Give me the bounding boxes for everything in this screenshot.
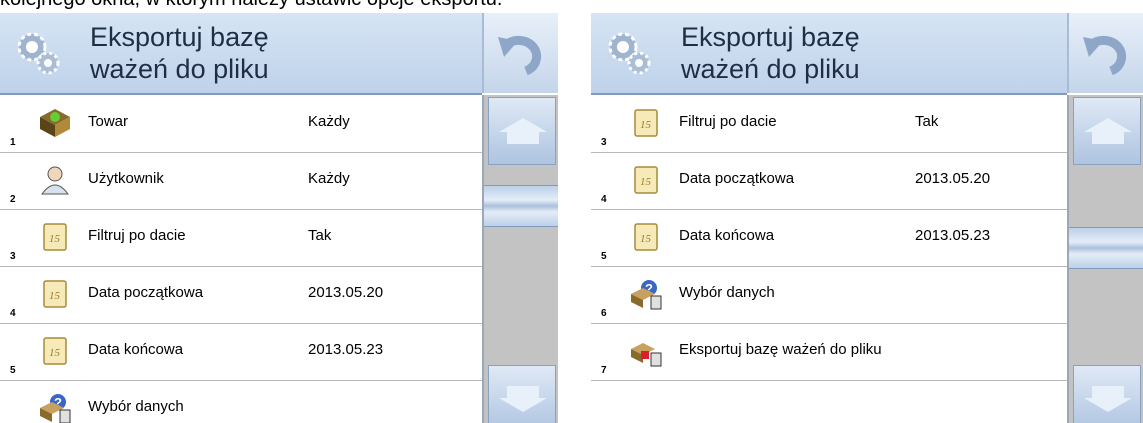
data-selection-icon: ? [631, 280, 662, 310]
arrow-up-icon [1084, 118, 1132, 144]
row-label: Filtruj po dacie [679, 113, 777, 130]
row-label: Filtruj po dacie [88, 227, 186, 244]
svg-text:15: 15 [49, 290, 61, 302]
row-number: 5 [601, 251, 607, 262]
page-title: Eksportuj bazę ważeń do pliku [681, 21, 860, 85]
list-item[interactable]: ? 6 Wybór danych [591, 266, 1067, 324]
row-label: Wybór danych [679, 284, 775, 301]
scroll-thumb[interactable] [1069, 227, 1143, 269]
scroll-thumb[interactable] [484, 185, 558, 227]
svg-text:15: 15 [640, 176, 652, 188]
svg-text:15: 15 [49, 347, 61, 359]
caption-text: kolejnego okna, w którym należy ustawić … [0, 0, 1143, 14]
title-line2: ważeń do pliku [681, 54, 860, 84]
row-value: Każdy [308, 113, 350, 130]
row-label: Data początkowa [88, 284, 204, 301]
undo-icon [1083, 35, 1127, 76]
calendar-icon: 15 [634, 109, 658, 137]
row-number: 3 [601, 137, 607, 148]
calendar-icon: 15 [43, 223, 67, 251]
title-line1: Eksportuj bazę [90, 22, 269, 52]
arrow-down-icon [499, 386, 547, 412]
arrow-down-icon [1084, 386, 1132, 412]
list-item[interactable]: 15 5 Data końcowa 2013.05.23 [0, 323, 482, 381]
row-label: Data końcowa [679, 227, 775, 244]
user-icon [41, 166, 69, 195]
arrow-up-icon [499, 118, 547, 144]
gear-icon [608, 32, 651, 75]
calendar-icon: 15 [634, 223, 658, 251]
title-line2: ważeń do pliku [90, 54, 269, 84]
export-icon [631, 343, 662, 367]
undo-icon [498, 35, 542, 76]
row-label: Użytkownik [88, 170, 164, 187]
list-item[interactable]: 7 Eksportuj bazę ważeń do pliku [591, 323, 1067, 381]
row-number: 6 [601, 308, 607, 319]
scroll-down-button[interactable] [488, 365, 556, 423]
scroll-up-button[interactable] [488, 97, 556, 165]
svg-text:15: 15 [640, 233, 652, 245]
screen-header: Eksportuj bazę ważeń do pliku [591, 13, 1067, 95]
list-item[interactable]: 1 Towar Każdy [0, 95, 482, 153]
scrollbar[interactable] [482, 95, 558, 423]
scroll-up-button[interactable] [1073, 97, 1141, 165]
screen-header: Eksportuj bazę ważeń do pliku [0, 13, 482, 95]
title-line1: Eksportuj bazę [681, 22, 860, 52]
list-item[interactable]: 15 3 Filtruj po dacie Tak [0, 209, 482, 267]
left-screen: Eksportuj bazę ważeń do pliku 1 Towar Ka… [0, 13, 558, 423]
row-number: 4 [10, 308, 16, 319]
row-value: 2013.05.23 [308, 341, 384, 358]
list-item[interactable]: 15 3 Filtruj po dacie Tak [591, 95, 1067, 153]
row-value: Tak [915, 113, 939, 130]
row-number: 1 [10, 137, 16, 148]
list-item[interactable]: ? 6 Wybór danych [0, 380, 482, 423]
row-label: Data początkowa [679, 170, 795, 187]
svg-text:15: 15 [640, 119, 652, 131]
list-item[interactable]: 2 Użytkownik Każdy [0, 152, 482, 210]
list-item[interactable]: 15 5 Data końcowa 2013.05.23 [591, 209, 1067, 267]
row-number: 3 [10, 251, 16, 262]
row-number: 4 [601, 194, 607, 205]
data-selection-icon: ? [40, 394, 71, 423]
calendar-icon: 15 [43, 337, 67, 365]
calendar-icon: 15 [43, 280, 67, 308]
product-icon [40, 109, 70, 137]
row-value: 2013.05.23 [915, 227, 991, 244]
back-button[interactable] [1067, 13, 1143, 93]
gear-icon [17, 32, 60, 75]
list-item[interactable]: 15 4 Data początkowa 2013.05.20 [0, 266, 482, 324]
row-number: 7 [601, 365, 607, 376]
row-label: Eksportuj bazę ważeń do pliku [679, 341, 882, 358]
settings-list: 15 3 Filtruj po dacie Tak 15 4 Data pocz… [591, 95, 1067, 423]
scroll-down-button[interactable] [1073, 365, 1141, 423]
page-title: Eksportuj bazę ważeń do pliku [90, 21, 269, 85]
row-number: 2 [10, 194, 16, 205]
row-value: 2013.05.20 [915, 170, 991, 187]
settings-list: 1 Towar Każdy 2 Użytkownik Każdy 15 3 Fi… [0, 95, 482, 423]
svg-text:15: 15 [49, 233, 61, 245]
row-label: Towar [88, 113, 129, 130]
right-screen: Eksportuj bazę ważeń do pliku 15 3 Filtr… [591, 13, 1143, 423]
row-label: Wybór danych [88, 398, 184, 415]
calendar-icon: 15 [634, 166, 658, 194]
back-button[interactable] [482, 13, 558, 93]
scrollbar[interactable] [1067, 95, 1143, 423]
row-value: 2013.05.20 [308, 284, 384, 301]
row-label: Data końcowa [88, 341, 184, 358]
row-number: 5 [10, 365, 16, 376]
list-item[interactable]: 15 4 Data początkowa 2013.05.20 [591, 152, 1067, 210]
row-value: Każdy [308, 170, 350, 187]
row-value: Tak [308, 227, 332, 244]
